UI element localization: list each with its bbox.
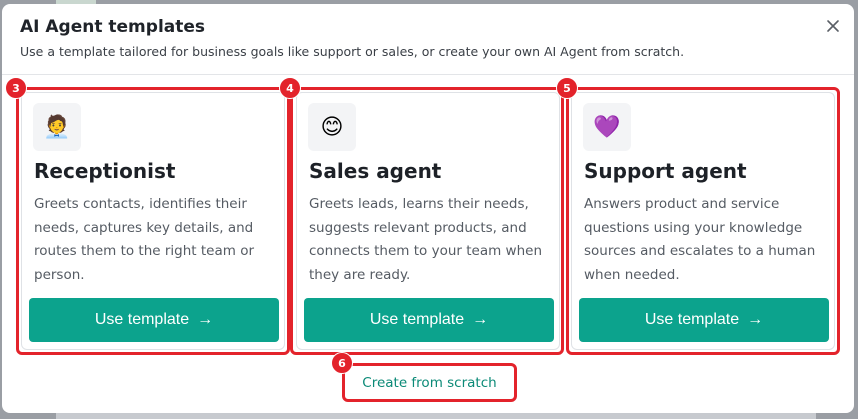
annotation-badge: 5 — [556, 77, 578, 99]
close-icon — [827, 20, 839, 32]
modal-subtitle: Use a template tailored for business goa… — [20, 44, 685, 59]
annotation-badge: 4 — [279, 77, 301, 99]
modal-title: AI Agent templates — [20, 17, 206, 37]
arrow-right-icon: → — [197, 311, 214, 328]
arrow-right-icon: → — [747, 311, 764, 328]
use-template-button-receptionist[interactable]: Use template → — [29, 298, 279, 342]
card-title: Receptionist — [34, 159, 176, 183]
background-row-fragment — [56, 413, 816, 419]
create-from-scratch-link[interactable]: Create from scratch — [342, 363, 517, 402]
button-label: Use template — [94, 311, 190, 328]
close-button[interactable] — [822, 15, 844, 37]
template-card-receptionist[interactable]: 🧑‍💼 Receptionist Greets contacts, identi… — [21, 92, 285, 350]
use-template-button-sales-agent[interactable]: Use template → — [304, 298, 554, 342]
card-title: Support agent — [584, 159, 747, 183]
card-description: Answers product and service questions us… — [584, 196, 816, 283]
template-card-sales-agent[interactable]: 😊 Sales agent Greets leads, learns their… — [296, 92, 560, 350]
use-template-button-support-agent[interactable]: Use template → — [579, 298, 829, 342]
smiling-face-emoji-icon: 😊 — [308, 103, 356, 151]
button-label: Use template — [644, 311, 740, 328]
modal-header: AI Agent templates Use a template tailor… — [2, 4, 854, 75]
purple-heart-emoji-icon: 💜 — [583, 103, 631, 151]
receptionist-emoji-icon: 🧑‍💼 — [33, 103, 81, 151]
annotation-badge: 3 — [5, 77, 27, 99]
card-title: Sales agent — [309, 159, 442, 183]
card-description: Greets leads, learns their needs, sugges… — [309, 196, 543, 283]
template-card-support-agent[interactable]: 💜 Support agent Answers product and serv… — [571, 92, 835, 350]
card-description: Greets contacts, identifies their needs,… — [34, 196, 255, 283]
annotation-badge: 6 — [331, 352, 353, 374]
button-label: Use template — [369, 311, 465, 328]
arrow-right-icon: → — [472, 311, 489, 328]
